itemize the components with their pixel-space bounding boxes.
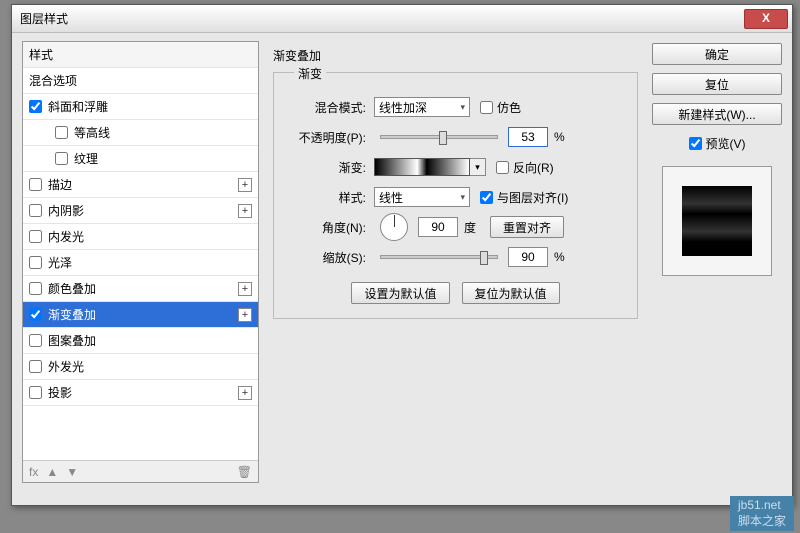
new-style-button[interactable]: 新建样式(W)... xyxy=(652,103,782,125)
scale-unit: % xyxy=(554,250,565,264)
style-label: 外发光 xyxy=(48,358,84,375)
section-title: 渐变叠加 xyxy=(273,47,638,64)
style-item-2[interactable]: 纹理 xyxy=(23,146,258,172)
reset-align-button[interactable]: 重置对齐 xyxy=(490,216,564,238)
ok-button[interactable]: 确定 xyxy=(652,43,782,65)
blend-mode-label: 混合模式: xyxy=(288,99,374,116)
dither-label: 仿色 xyxy=(497,99,521,116)
style-label: 内发光 xyxy=(48,228,84,245)
plus-icon[interactable]: + xyxy=(238,204,252,218)
blend-options-row[interactable]: 混合选项 xyxy=(23,68,258,94)
plus-icon[interactable]: + xyxy=(238,308,252,322)
style-label: 渐变叠加 xyxy=(48,306,96,323)
scale-input[interactable]: 90 xyxy=(508,247,548,267)
blend-mode-select[interactable]: 线性加深▾ xyxy=(374,97,470,117)
style-checkbox[interactable] xyxy=(29,100,42,113)
style-label: 内阴影 xyxy=(48,202,84,219)
style-label: 图案叠加 xyxy=(48,332,96,349)
opacity-slider[interactable] xyxy=(380,135,498,139)
gradient-fieldset: 渐变 混合模式: 线性加深▾ 仿色 不透明度(P): 53 % 渐变: xyxy=(273,72,638,319)
dialog-title: 图层样式 xyxy=(16,10,744,27)
style-checkbox[interactable] xyxy=(29,308,42,321)
angle-input[interactable]: 90 xyxy=(418,217,458,237)
style-item-9[interactable]: 图案叠加 xyxy=(23,328,258,354)
angle-label: 角度(N): xyxy=(288,219,374,236)
style-label: 光泽 xyxy=(48,254,72,271)
style-label: 描边 xyxy=(48,176,72,193)
set-default-button[interactable]: 设置为默认值 xyxy=(351,282,449,304)
style-checkbox[interactable] xyxy=(29,386,42,399)
styles-panel: 样式 混合选项 斜面和浮雕等高线纹理描边 + 内阴影 + 内发光光泽颜色叠加 + 渐变叠加 +… xyxy=(22,41,259,483)
trash-icon[interactable]: 🗑 xyxy=(237,465,252,479)
scale-slider[interactable] xyxy=(380,255,498,259)
plus-icon[interactable]: + xyxy=(238,178,252,192)
style-checkbox[interactable] xyxy=(29,360,42,373)
style-checkbox[interactable] xyxy=(29,256,42,269)
angle-unit: 度 xyxy=(464,219,476,236)
style-label: 等高线 xyxy=(74,124,110,141)
layer-style-dialog: 图层样式 X 样式 混合选项 斜面和浮雕等高线纹理描边 + 内阴影 + 内发光光泽颜色叠… xyxy=(11,4,793,506)
scale-label: 缩放(S): xyxy=(288,249,374,266)
watermark: jb51.net 脚本之家 xyxy=(730,496,794,531)
right-panel: 确定 复位 新建样式(W)... 预览(V) xyxy=(652,33,792,483)
style-checkbox[interactable] xyxy=(29,282,42,295)
titlebar[interactable]: 图层样式 X xyxy=(12,5,792,33)
preview-box xyxy=(662,166,772,276)
style-checkbox[interactable] xyxy=(29,334,42,347)
style-item-3[interactable]: 描边 + xyxy=(23,172,258,198)
plus-icon[interactable]: + xyxy=(238,282,252,296)
style-item-10[interactable]: 外发光 xyxy=(23,354,258,380)
align-checkbox[interactable] xyxy=(480,191,493,204)
style-label: 斜面和浮雕 xyxy=(48,98,108,115)
style-item-1[interactable]: 等高线 xyxy=(23,120,258,146)
style-checkbox[interactable] xyxy=(29,230,42,243)
gradient-dropdown[interactable]: ▾ xyxy=(470,158,486,176)
opacity-input[interactable]: 53 xyxy=(508,127,548,147)
gradient-preview[interactable] xyxy=(374,158,470,176)
plus-icon[interactable]: + xyxy=(238,386,252,400)
preview-checkbox[interactable] xyxy=(689,137,702,150)
style-label: 颜色叠加 xyxy=(48,280,96,297)
fx-icon[interactable]: fx xyxy=(29,465,38,479)
opacity-label: 不透明度(P): xyxy=(288,129,374,146)
arrow-up-icon[interactable]: ▲ xyxy=(46,465,58,479)
gradient-label: 渐变: xyxy=(288,159,374,176)
preview-swatch xyxy=(682,186,752,256)
chevron-down-icon: ▾ xyxy=(460,102,465,113)
fieldset-legend: 渐变 xyxy=(294,65,326,82)
style-item-0[interactable]: 斜面和浮雕 xyxy=(23,94,258,120)
chevron-down-icon: ▾ xyxy=(460,192,465,203)
style-item-7[interactable]: 颜色叠加 + xyxy=(23,276,258,302)
style-item-6[interactable]: 光泽 xyxy=(23,250,258,276)
main-panel: 渐变叠加 渐变 混合模式: 线性加深▾ 仿色 不透明度(P): 53 % xyxy=(259,33,652,483)
style-checkbox[interactable] xyxy=(55,152,68,165)
styles-header[interactable]: 样式 xyxy=(23,42,258,68)
style-item-8[interactable]: 渐变叠加 + xyxy=(23,302,258,328)
preview-label: 预览(V) xyxy=(706,135,746,152)
reverse-label: 反向(R) xyxy=(513,159,554,176)
dither-checkbox[interactable] xyxy=(480,101,493,114)
style-select[interactable]: 线性▾ xyxy=(374,187,470,207)
style-label: 投影 xyxy=(48,384,72,401)
cancel-button[interactable]: 复位 xyxy=(652,73,782,95)
style-label: 样式: xyxy=(288,189,374,206)
reverse-checkbox[interactable] xyxy=(496,161,509,174)
close-button[interactable]: X xyxy=(744,9,788,29)
opacity-unit: % xyxy=(554,130,565,144)
arrow-down-icon[interactable]: ▼ xyxy=(66,465,78,479)
style-checkbox[interactable] xyxy=(29,178,42,191)
style-item-11[interactable]: 投影 + xyxy=(23,380,258,406)
align-label: 与图层对齐(I) xyxy=(497,189,568,206)
style-item-5[interactable]: 内发光 xyxy=(23,224,258,250)
styles-footer: fx ▲ ▼ 🗑 xyxy=(23,460,258,482)
angle-dial[interactable] xyxy=(380,213,408,241)
style-checkbox[interactable] xyxy=(29,204,42,217)
style-label: 纹理 xyxy=(74,150,98,167)
reset-default-button[interactable]: 复位为默认值 xyxy=(462,282,560,304)
style-item-4[interactable]: 内阴影 + xyxy=(23,198,258,224)
style-checkbox[interactable] xyxy=(55,126,68,139)
